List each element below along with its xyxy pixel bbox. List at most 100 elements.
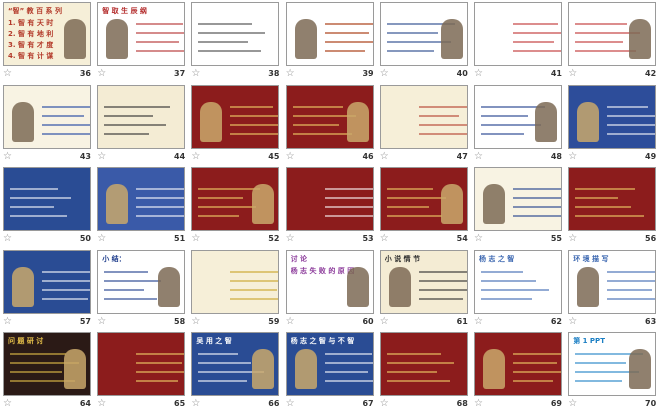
slide-thumbnail[interactable] [97,332,186,397]
slide-text-placeholder [386,215,442,218]
slide-thumbnail[interactable] [568,2,657,66]
slide-thumbnail[interactable] [285,2,374,66]
star-icon[interactable]: ☆ [97,67,106,81]
star-icon[interactable]: ☆ [474,397,483,411]
star-icon[interactable]: ☆ [3,315,12,329]
slide-thumbnail[interactable]: 小 结： [97,249,186,314]
slide-thumbnail[interactable]: 杨 志 之 智 [474,249,562,314]
star-icon[interactable]: ☆ [380,397,389,411]
slide-text-placeholder [292,105,343,108]
star-icon[interactable]: ☆ [474,67,483,81]
slide-thumbnail[interactable] [379,84,468,149]
star-icon[interactable]: ☆ [568,397,577,411]
star-icon[interactable]: ☆ [191,150,200,164]
slide-thumbnail[interactable]: 杨 志 之 智 与 不 智 [285,332,374,397]
slide-footer: ☆ 45 [191,150,279,164]
slide-text-placeholder [42,114,84,117]
slide-thumbnail[interactable]: 环 境 描 写 [568,249,657,314]
slide-thumbnail[interactable]: 智 取 生 辰 纲 [97,2,186,66]
slide-thumbnail[interactable] [191,84,280,149]
slide-text-placeholder [136,188,185,191]
slide-illustration [64,19,86,59]
slide-text-placeholder [513,32,561,34]
star-icon[interactable]: ☆ [97,397,106,411]
slide-thumbnail[interactable] [379,332,468,397]
star-icon[interactable]: ☆ [3,232,12,246]
slide-thumbnail[interactable] [474,332,562,397]
star-icon[interactable]: ☆ [286,232,295,246]
star-icon[interactable]: ☆ [3,67,12,81]
slide-thumbnail[interactable] [3,84,91,149]
slide-text-placeholder [386,206,429,209]
star-icon[interactable]: ☆ [568,150,577,164]
slide-text-placeholder [481,279,536,282]
star-icon[interactable]: ☆ [568,315,577,329]
star-icon[interactable]: ☆ [286,315,295,329]
slide-thumbnail[interactable] [285,167,374,232]
star-icon[interactable]: ☆ [191,67,200,81]
slide-thumbnail[interactable] [3,167,91,232]
slide-thumbnail[interactable]: 吴 用 之 智 [191,332,280,397]
star-icon[interactable]: ☆ [286,67,295,81]
slide-footer: ☆ 48 [474,150,562,164]
star-icon[interactable]: ☆ [3,397,12,411]
star-icon[interactable]: ☆ [380,67,389,81]
slide-text-placeholder [136,32,185,34]
star-icon[interactable]: ☆ [380,315,389,329]
star-icon[interactable]: ☆ [380,232,389,246]
slide-text-placeholder [104,123,167,126]
star-icon[interactable]: ☆ [191,315,200,329]
star-icon[interactable]: ☆ [97,232,106,246]
star-icon[interactable]: ☆ [474,150,483,164]
slide-thumbnail[interactable] [568,84,657,149]
star-icon[interactable]: ☆ [286,397,295,411]
star-icon[interactable]: ☆ [474,315,483,329]
slide-thumbnail[interactable] [474,2,562,66]
slide-cell: ☆ 69 [471,330,565,413]
star-icon[interactable]: ☆ [286,150,295,164]
slide-thumbnail[interactable] [191,2,280,66]
slide-thumbnail[interactable]: 问 题 研 讨 [3,332,91,397]
slide-number: 65 [174,399,186,409]
slide-text-placeholder [513,23,558,25]
star-icon[interactable]: ☆ [97,150,106,164]
slide-thumbnail[interactable] [191,167,280,232]
star-icon[interactable]: ☆ [191,232,200,246]
slide-illustration [483,184,505,225]
slide-cell: ☆ 43 [0,83,94,166]
slide-thumbnail[interactable] [97,84,186,149]
slide-thumbnail[interactable]: 第 1 PPT [568,332,657,397]
slide-text-placeholder [136,50,185,52]
slide-text-placeholder [230,105,274,108]
slide-thumbnail[interactable] [285,84,374,149]
slide-text-placeholder [230,114,279,117]
slide-number: 38 [268,69,280,78]
slide-text-placeholder [324,197,373,200]
slide-text-placeholder [513,197,561,200]
slide-number: 70 [645,399,657,409]
slide-thumbnail[interactable] [191,249,280,314]
slide-footer: ☆ 64 [3,397,91,411]
star-icon[interactable]: ☆ [568,67,577,81]
slide-thumbnail[interactable] [474,84,562,149]
slide-thumbnail[interactable]: “智” 教 百 系 列 1. 智 有 天 时 2. 智 有 地 利 3. 智 有 才 … [3,2,91,66]
slide-thumbnail[interactable] [379,167,468,232]
slide-thumbnail[interactable] [568,167,657,232]
star-icon[interactable]: ☆ [191,397,200,411]
slide-thumbnail[interactable] [3,249,91,314]
slide-text-placeholder [513,215,561,218]
slide-text-placeholder [324,353,372,356]
slide-thumbnail[interactable] [97,167,186,232]
slide-thumbnail[interactable]: 小 说 情 节 [379,249,468,314]
star-icon[interactable]: ☆ [97,315,106,329]
star-icon[interactable]: ☆ [380,150,389,164]
star-icon[interactable]: ☆ [474,232,483,246]
star-icon[interactable]: ☆ [568,232,577,246]
slide-thumbnail[interactable]: 讨 论杨 志 失 败 的 原 因 [285,249,374,314]
star-icon[interactable]: ☆ [3,150,12,164]
slide-cell: ☆ 46 [283,83,377,166]
slide-thumbnail[interactable] [474,167,562,232]
slide-cell: 杨 志 之 智 ☆ 62 [471,248,565,331]
slide-thumbnail[interactable] [379,2,468,66]
slide-text-placeholder [324,206,373,209]
